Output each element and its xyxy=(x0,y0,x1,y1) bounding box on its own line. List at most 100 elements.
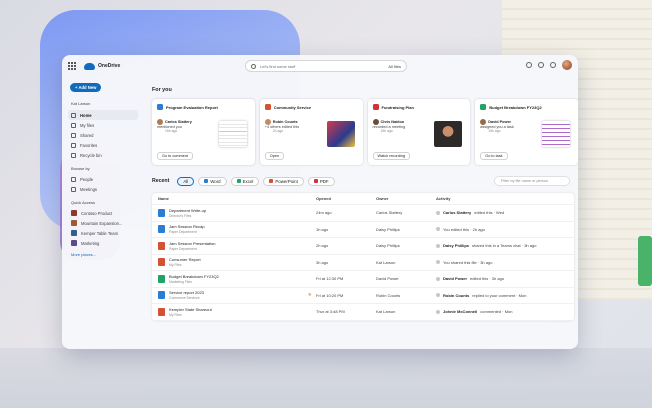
activity-icon xyxy=(436,210,440,215)
sidebar-item-kemper-table-team[interactable]: Kemper Table Team xyxy=(68,228,138,238)
card-title: Budget Breakdown FY23Q2 xyxy=(480,104,573,110)
file-title[interactable]: Consumer Report xyxy=(169,257,201,262)
more-places-link[interactable]: More places... xyxy=(71,252,138,257)
trash-icon xyxy=(71,152,76,158)
card-activity: Robin Counts +4 others edited this 2h ago xyxy=(264,119,321,133)
file-title[interactable]: Department Write-up xyxy=(169,208,206,213)
activity-icon xyxy=(436,227,440,232)
sidebar-item-people[interactable]: People xyxy=(68,174,138,184)
card-title-text: Community Service xyxy=(273,104,312,110)
owner-cell: Daisy Phillips xyxy=(376,243,400,249)
card-thumbnail xyxy=(434,121,463,147)
filter-pill-all[interactable]: All xyxy=(177,176,195,186)
filter-pill-label: Excel xyxy=(242,178,254,184)
filter-pill-powerpoint[interactable]: PowerPoint xyxy=(263,176,304,186)
file-name-cell: Jam Session Recap Paper Department xyxy=(158,224,316,234)
card-title: Program Evaluation Report xyxy=(157,104,250,110)
activity-icon xyxy=(436,309,440,314)
settings-icon[interactable] xyxy=(538,62,544,68)
notifications-icon[interactable] xyxy=(526,62,532,68)
sidebar-item-meetings[interactable]: Meetings xyxy=(68,184,138,194)
file-name: Department Write-up Director's Files xyxy=(169,208,206,218)
activity-cell: Carlos Slattery edited this · Wed xyxy=(436,210,574,215)
sidebar-item-shared[interactable]: Shared xyxy=(68,130,138,140)
file-type-icon xyxy=(158,274,165,283)
help-icon[interactable] xyxy=(550,62,556,68)
table-row[interactable]: Jam Session Recap Paper Department 1h ago D… xyxy=(152,222,574,238)
file-name-cell: Service report 2023 Commerce Services ★ xyxy=(158,290,316,300)
file-title[interactable]: Budget Breakdown FY23Q2 xyxy=(169,274,219,279)
profile-avatar[interactable] xyxy=(562,60,572,70)
card-thumbnail xyxy=(218,121,247,147)
file-name-cell: Budget Breakdown FY23Q2 Marketing Files xyxy=(158,274,316,284)
file-title[interactable]: Kempler State Shareout xyxy=(169,307,212,312)
excel-icon xyxy=(236,179,241,183)
column-header-opened[interactable]: Opened xyxy=(316,196,376,201)
filter-pill-label: Word xyxy=(210,178,221,184)
sidebar-item-mountain-expansion[interactable]: Mountain Expansion... xyxy=(68,218,138,228)
owner-cell: Daisy Phillips xyxy=(376,226,400,232)
for-you-card[interactable]: Community Service Robin Counts +4 others e… xyxy=(259,99,363,165)
file-title[interactable]: Service report 2023 xyxy=(169,290,204,295)
sidebar-item-marketing[interactable]: Marketing xyxy=(68,238,138,248)
activity-text: replied to your comment · Mon xyxy=(472,292,527,298)
file-location: Paper Department xyxy=(169,246,197,251)
search-box[interactable]: Let's find some stuff All files xyxy=(245,60,407,72)
card-title-text: Fundraising Plan xyxy=(381,104,414,110)
card-activity: David Power assigned you a task 15h ago xyxy=(480,119,536,133)
app-launcher-icon[interactable] xyxy=(68,62,76,70)
card-action-button[interactable]: Watch recording xyxy=(372,152,411,160)
column-header-name[interactable]: Name xyxy=(158,196,316,201)
filter-pill-label: All xyxy=(183,178,189,184)
filter-pill-word[interactable]: Word xyxy=(198,176,227,186)
card-thumbnail xyxy=(542,121,570,147)
background-floor xyxy=(0,348,652,408)
filter-pill-excel[interactable]: Excel xyxy=(230,176,260,186)
activity-text: shared this in a Teams chat · 3h ago xyxy=(472,243,537,249)
star-icon xyxy=(71,142,76,148)
table-row[interactable]: Consumer Report My Files 3h ago Kat Larson Y… xyxy=(152,255,574,271)
home-icon xyxy=(71,112,76,118)
filter-pill-pdf[interactable]: PDF xyxy=(307,176,335,186)
favorite-star-icon[interactable]: ★ xyxy=(308,292,312,298)
sidebar-item-home[interactable]: Home xyxy=(68,110,138,120)
file-name-cell: Kempler State Shareout My Files xyxy=(158,307,316,317)
person-icon xyxy=(71,176,76,182)
table-row[interactable]: Service report 2023 Commerce Services ★ Fri… xyxy=(152,288,574,304)
column-header-activity[interactable]: Activity xyxy=(436,196,574,201)
table-row[interactable]: Jam Session Presentation Paper Department… xyxy=(152,238,574,255)
file-location: My Files xyxy=(169,263,182,268)
file-name: Jam Session Recap Paper Department xyxy=(169,224,205,234)
sidebar-item-label: Shared xyxy=(80,132,94,138)
sidebar-item-favorites[interactable]: Favorites xyxy=(68,140,138,150)
add-new-button[interactable]: + Add New xyxy=(70,83,102,92)
table-row[interactable]: Department Write-up Director's Files 24m a… xyxy=(152,205,574,222)
file-title[interactable]: Jam Session Recap xyxy=(169,224,205,229)
activity-text: edited this · 3h ago xyxy=(470,276,505,282)
activity-cell: You edited this · 2h ago xyxy=(436,227,574,232)
sidebar-item-recycle-bin[interactable]: Recycle bin xyxy=(68,150,138,160)
for-you-card[interactable]: Fundraising Plan Chris Naidoo recorded a m… xyxy=(367,99,471,165)
table-row[interactable]: Kempler State Shareout My Files Thur at 3:… xyxy=(152,304,574,321)
card-time: 15h ago xyxy=(165,129,178,133)
card-action-button[interactable]: Go to task xyxy=(480,152,508,160)
search-filter-dropdown[interactable]: All files xyxy=(388,64,401,69)
sidebar-item-label: Mountain Expansion... xyxy=(81,220,123,226)
for-you-card[interactable]: Budget Breakdown FY23Q2 David Power assign… xyxy=(475,99,578,165)
card-action-button[interactable]: Go to comment xyxy=(157,152,193,160)
for-you-card[interactable]: Program Evaluation Report Carlos Slattery… xyxy=(152,99,255,165)
activity-cell: David Power edited this · 3h ago xyxy=(436,276,574,281)
card-action-button[interactable]: Open xyxy=(264,152,285,160)
app-name[interactable]: OneDrive xyxy=(98,63,120,69)
column-header-owner[interactable]: Owner xyxy=(376,196,436,201)
table-row[interactable]: Budget Breakdown FY23Q2 Marketing Files Fr… xyxy=(152,271,574,288)
onedrive-logo-icon xyxy=(84,62,95,70)
sidebar-item-label: Marketing xyxy=(81,240,100,246)
sidebar-item-my-files[interactable]: My files xyxy=(68,120,138,130)
filter-input[interactable]: Filter by file name or person xyxy=(494,176,570,186)
file-title[interactable]: Jam Session Presentation xyxy=(169,241,215,246)
card-activity: Chris Naidoo recorded a meeting 15h ago xyxy=(372,119,429,133)
opened-cell: Fri at 12:30 PM xyxy=(316,276,344,282)
sidebar-item-contoso-product[interactable]: Contoso Product xyxy=(68,208,138,218)
activity-person: David Power xyxy=(443,276,468,282)
